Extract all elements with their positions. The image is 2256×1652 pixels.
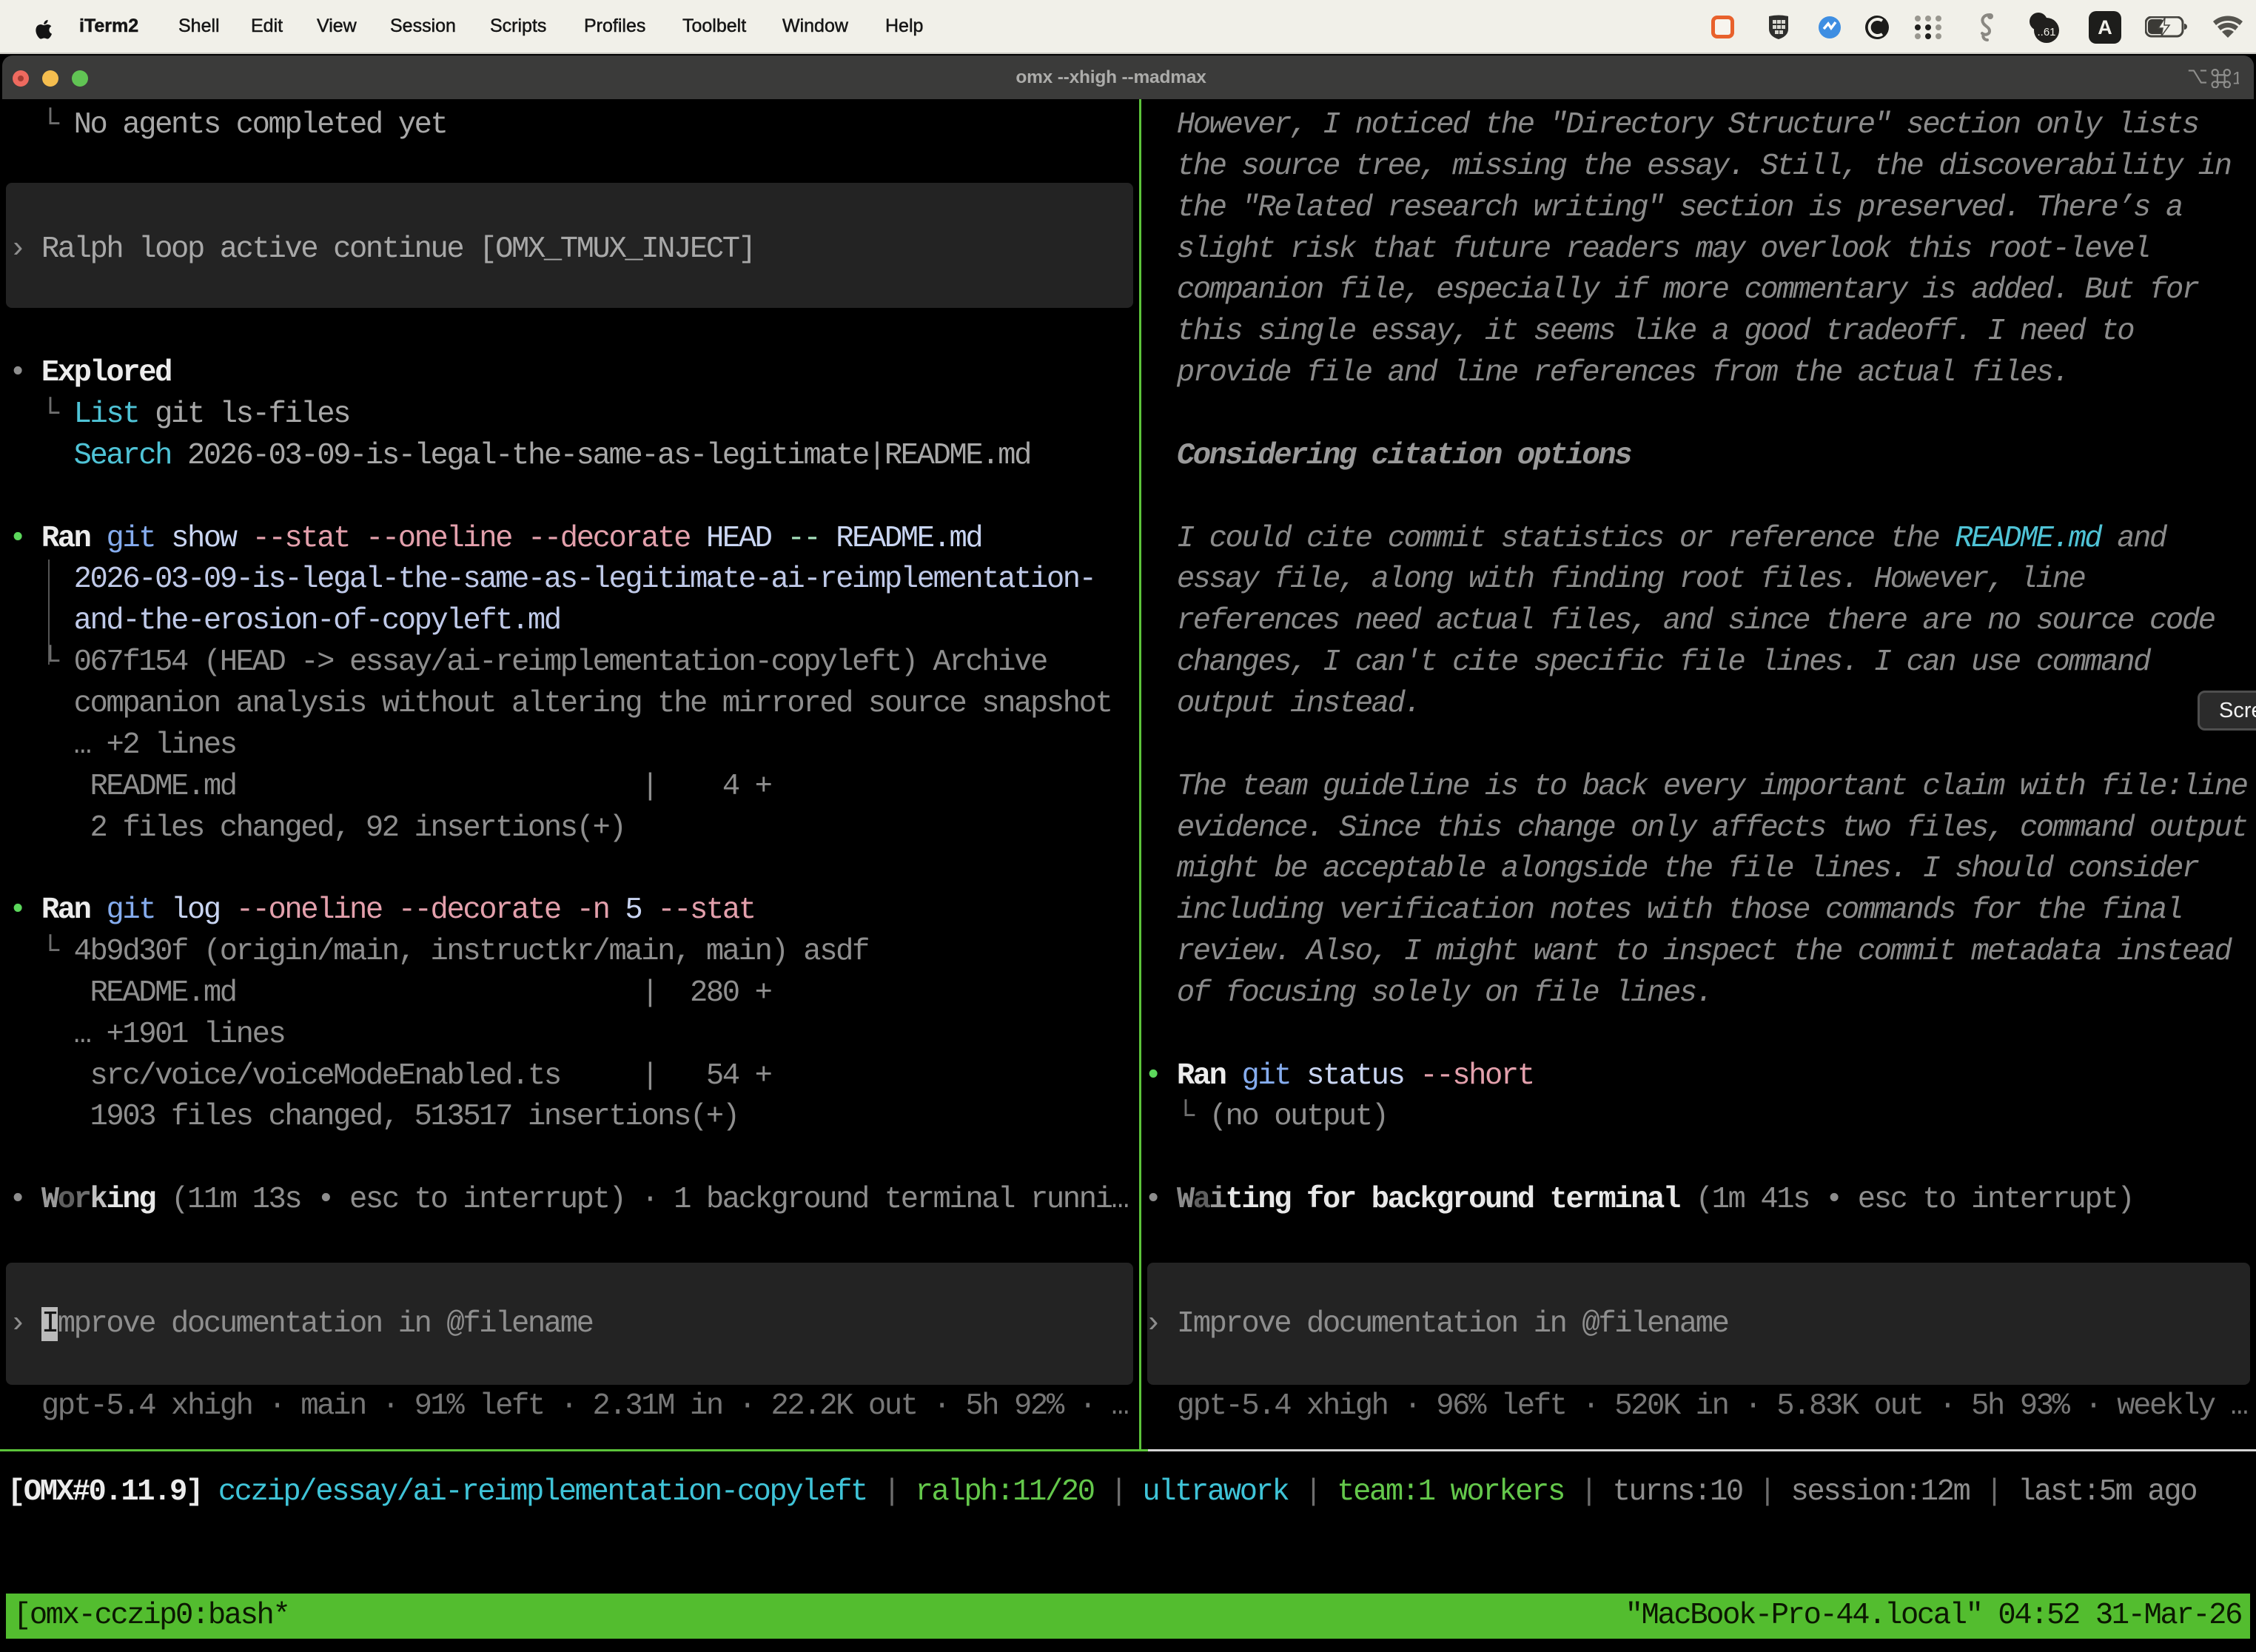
svg-text:..61: ..61 [2037, 26, 2055, 38]
svg-text:1: 1 [2232, 69, 2239, 89]
